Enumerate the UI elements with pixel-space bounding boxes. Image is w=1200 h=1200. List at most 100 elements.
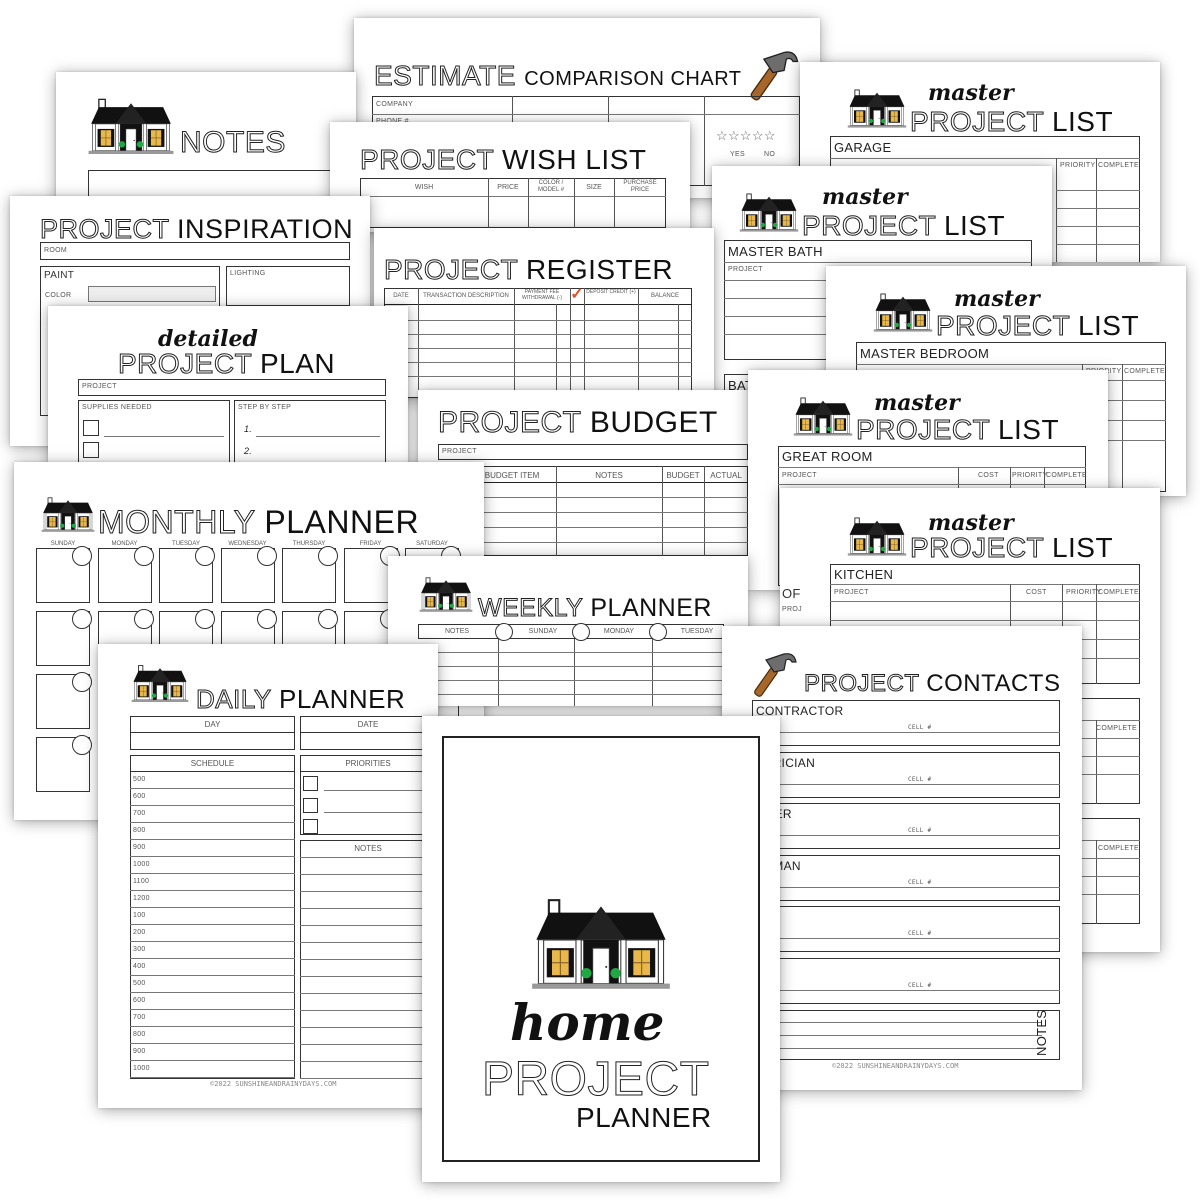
contact-card[interactable] (752, 957, 1060, 1004)
date-circle[interactable] (195, 609, 215, 629)
project-field[interactable] (78, 379, 386, 396)
divider (752, 1035, 1042, 1036)
supply-checkbox[interactable] (83, 442, 99, 458)
divider (570, 288, 571, 398)
divider (856, 364, 1166, 365)
supply-checkbox[interactable] (83, 420, 99, 436)
date-circle[interactable] (256, 546, 277, 566)
divider (130, 890, 295, 891)
house-icon (872, 288, 934, 338)
time-slot-label: 1000 (133, 861, 150, 868)
divider (130, 1043, 295, 1044)
project-field[interactable] (438, 444, 748, 460)
date-circle[interactable] (318, 546, 338, 566)
cover-title-solid: PLANNER (576, 1104, 712, 1132)
register-title: PROJECT REGISTER (384, 255, 673, 284)
title-outline-word: PROJECT (802, 210, 936, 241)
title-solid-word: PLAN (259, 348, 336, 379)
lighting-label: LIGHTING (230, 270, 266, 277)
contact-card[interactable] (752, 906, 1060, 952)
date-circle[interactable] (256, 609, 277, 629)
title-outline-word: PROJECT (482, 1053, 710, 1106)
cell-label: CELL # (908, 775, 932, 783)
divider (324, 790, 438, 791)
divider (556, 304, 557, 398)
priority-checkbox[interactable] (303, 798, 318, 813)
title-solid-word: LIST (1051, 532, 1114, 563)
script-master: master (928, 510, 1014, 536)
column-project: PROJECT (834, 589, 869, 596)
date-circle[interactable] (72, 672, 92, 692)
divider (752, 732, 1060, 733)
divider (1096, 720, 1097, 804)
project-label: PROJECT (82, 383, 117, 390)
time-slot-label: 500 (133, 980, 146, 987)
time-slot-label: 100 (133, 912, 146, 919)
time-slot-label: 200 (133, 929, 146, 936)
room-label: ROOM (44, 247, 67, 254)
title-solid-word: LIST (943, 210, 1006, 241)
column-project: PROJECT (782, 472, 817, 479)
divider (1056, 244, 1140, 245)
date-circle[interactable] (72, 546, 92, 566)
room-field[interactable] (40, 242, 350, 260)
budget-title: PROJECT BUDGET (438, 407, 718, 438)
rating-stars[interactable]: ☆☆☆☆☆ (716, 128, 776, 144)
divider (752, 886, 1060, 888)
divider (830, 584, 1140, 585)
divider (752, 1022, 1042, 1023)
date-circle[interactable] (133, 609, 154, 629)
row-label-company: COMPANY (376, 101, 413, 108)
room-name: MASTER BATH (728, 244, 823, 259)
date-circle[interactable] (133, 546, 154, 566)
date-circle[interactable] (72, 609, 92, 629)
divider (300, 993, 438, 994)
title-outline-word: MONTHLY (98, 504, 256, 540)
divider (300, 771, 438, 772)
priority-checkbox[interactable] (303, 819, 318, 834)
script-detailed: detailed (158, 326, 258, 352)
divider (130, 856, 295, 857)
divider (300, 857, 438, 858)
divider (384, 362, 692, 363)
time-slot-label: 1200 (133, 895, 150, 902)
divider (752, 835, 1060, 836)
column-size: SIZE (586, 184, 602, 191)
divider (130, 1026, 295, 1027)
divider (130, 771, 295, 772)
divider (384, 376, 692, 377)
time-slot-label: 1100 (133, 878, 150, 885)
contact-card[interactable] (752, 803, 1060, 849)
divider (300, 959, 438, 960)
divider (438, 512, 748, 513)
divider (678, 304, 679, 398)
yes-label: YES (730, 151, 745, 158)
divider (300, 925, 438, 926)
house-icon (130, 660, 190, 708)
title-solid-word: LIST (1051, 106, 1114, 137)
copyright-text: ©2022 SUNSHINEANDRAINYDAYS.COM (832, 1062, 959, 1070)
color-field[interactable] (88, 286, 216, 302)
no-label: NO (764, 151, 776, 158)
priority-checkbox[interactable] (303, 776, 318, 791)
date-circle[interactable] (195, 546, 215, 566)
date-circle[interactable] (318, 609, 338, 629)
divider (384, 304, 692, 305)
room-name: KITCHEN (834, 567, 894, 582)
column-cost: COST (1026, 589, 1047, 596)
divider (1122, 364, 1123, 492)
room-name: GARAGE (834, 140, 892, 155)
cell-label: CELL # (908, 724, 932, 731)
title-solid-word: INSPIRATION (177, 214, 354, 244)
divider (1096, 158, 1097, 262)
date-circle[interactable] (72, 735, 92, 755)
master-list-title: PROJECT LIST (936, 311, 1139, 340)
room-name: MASTER BEDROOM (860, 346, 990, 361)
product-collage: ESTIMATE COMPARISON CHART COMPANY PHONE … (0, 0, 1200, 1200)
time-slot-label: 600 (133, 793, 146, 800)
sheet-cover: home PROJECT PLANNER (422, 716, 780, 1182)
divider (752, 938, 1060, 939)
divider (438, 527, 748, 528)
title-outline-word: PROJECT (39, 214, 170, 244)
column-budget: BUDGET (666, 471, 700, 480)
